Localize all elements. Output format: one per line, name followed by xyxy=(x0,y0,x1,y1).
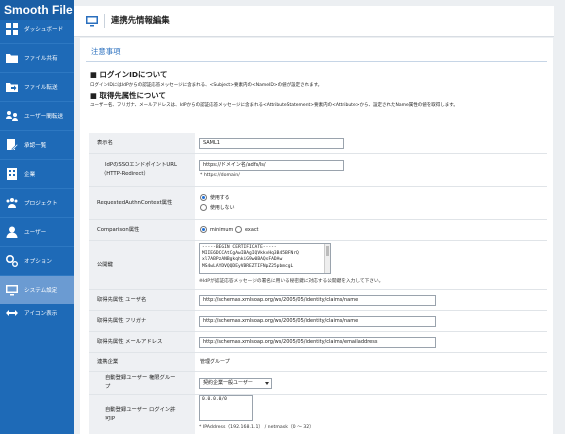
auto-ip-label: 自動登録ユーザー ログイン許 可IP xyxy=(89,395,195,434)
attr-email-label: 取得先属性 メールアドレス xyxy=(89,332,195,352)
sidebar-item-label: 承認一覧 xyxy=(24,143,47,149)
public-key-label: 公開鍵 xyxy=(89,241,195,289)
sidebar-item-file-share[interactable]: ファイル共有 xyxy=(0,44,74,72)
folder-transfer-icon xyxy=(6,83,18,92)
comparison-minimum-radio[interactable]: minimum xyxy=(200,226,233,233)
folder-icon xyxy=(6,54,18,63)
comparison-exact-radio[interactable]: exact xyxy=(235,226,258,233)
sidebar-item-user[interactable]: ユーザー xyxy=(0,218,74,246)
public-key-textarea[interactable]: -----BEGIN CERTIFICATE----- MIIE6DCCAtCg… xyxy=(199,243,331,274)
sso-url-label: IdPのSSOエンドポイントURL （HTTP-Redirect） xyxy=(89,154,195,186)
notice-title: 注意事項 xyxy=(91,47,121,56)
sso-url-note: * https://domain/ xyxy=(200,173,240,178)
approval-icon xyxy=(7,139,18,151)
sidebar-item-label: ファイル転送 xyxy=(24,85,58,91)
radio-checked-icon xyxy=(200,194,207,201)
attr-email-input[interactable]: http://schemas.xmlsoap.org/ws/2005/05/id… xyxy=(199,337,436,348)
textarea-scrollbar[interactable] xyxy=(324,244,330,273)
page-header: 連携先情報編集 xyxy=(74,6,554,37)
sidebar-toggle-icon-view[interactable]: アイコン表示 xyxy=(0,304,74,322)
gears-icon xyxy=(6,255,18,267)
sidebar-item-system-settings[interactable]: システム設定 xyxy=(0,276,74,304)
company-label: 連携企業 xyxy=(89,353,195,371)
dashboard-icon xyxy=(6,23,18,35)
row-authn-context: RequestedAuthnContext属性 使用する 使用しない xyxy=(89,187,547,220)
login-id-description: ログインIDにはIdPからの認証応答メッセージに含まれる、<Subject>要素… xyxy=(90,83,323,88)
radio-unchecked-icon xyxy=(235,226,242,233)
display-name-label: 表示名 xyxy=(89,133,195,153)
sidebar: Smooth File ダッシュボード ファイル共有 ファイル転送 ユーザー間転… xyxy=(0,0,74,434)
auto-group-select[interactable]: 契約企業一般ユーザー xyxy=(199,378,272,389)
comparison-label: Comparison属性 xyxy=(89,220,195,240)
project-icon xyxy=(6,198,18,208)
collapse-arrows-icon xyxy=(6,310,18,316)
sidebar-item-label: システム設定 xyxy=(24,288,58,294)
sidebar-item-label: ユーザー xyxy=(24,230,47,236)
row-sso-url: IdPのSSOエンドポイントURL （HTTP-Redirect） https:/… xyxy=(89,154,547,187)
system-settings-icon xyxy=(6,285,18,296)
building-icon xyxy=(7,168,17,180)
attr-kana-label: 取得先属性 フリガナ xyxy=(89,311,195,331)
row-auto-group: 自動登録ユーザー 権限グループ 契約企業一般ユーザー xyxy=(89,372,547,395)
system-settings-icon xyxy=(86,16,98,27)
sidebar-item-project[interactable]: プロジェクト xyxy=(0,189,74,217)
attribute-description: ユーザー名、フリガナ、メールアドレスは、IdPからの認証応答メッセージに含まれる… xyxy=(90,103,458,108)
row-public-key: 公開鍵 -----BEGIN CERTIFICATE----- MIIE6DCC… xyxy=(89,241,547,290)
attribute-heading: ■ 取得先属性について xyxy=(90,91,166,100)
user-icon xyxy=(6,226,18,238)
authn-context-use-radio[interactable]: 使用する xyxy=(200,194,230,201)
radio-checked-icon xyxy=(200,226,207,233)
sidebar-item-options[interactable]: オプション xyxy=(0,247,74,275)
auto-ip-note: * IPAddress（192.168.1.1） / netmask（0 ～ 3… xyxy=(199,425,314,430)
sidebar-item-label: 企業 xyxy=(24,172,36,178)
sidebar-item-user-transfer[interactable]: ユーザー間転送 xyxy=(0,102,74,130)
row-attr-username: 取得先属性 ユーザ名 http://schemas.xmlsoap.org/ws… xyxy=(89,290,547,311)
login-id-heading: ■ ログインIDについて xyxy=(90,70,168,79)
display-name-input[interactable]: SAML1 xyxy=(199,138,344,149)
edit-panel: 注意事項 ■ ログインIDについて ログインIDにはIdPからの認証応答メッセー… xyxy=(80,38,553,434)
row-attr-email: 取得先属性 メールアドレス http://schemas.xmlsoap.org… xyxy=(89,332,547,353)
page-title: 連携先情報編集 xyxy=(111,15,170,25)
row-attr-kana: 取得先属性 フリガナ http://schemas.xmlsoap.org/ws… xyxy=(89,311,547,332)
header-divider xyxy=(104,14,105,28)
attr-username-input[interactable]: http://schemas.xmlsoap.org/ws/2005/05/id… xyxy=(199,295,436,306)
sidebar-item-label: ファイル共有 xyxy=(24,56,58,62)
sidebar-item-label: ユーザー間転送 xyxy=(24,114,64,120)
sidebar-item-label: アイコン表示 xyxy=(24,311,58,317)
sidebar-item-dashboard[interactable]: ダッシュボード xyxy=(0,15,74,43)
sidebar-item-file-transfer[interactable]: ファイル転送 xyxy=(0,73,74,101)
notice-divider xyxy=(86,61,547,62)
public-key-note: ※IdPが認証応答メッセージの署名に用いる秘密鍵に対応する公開鍵を入力して下さい… xyxy=(199,279,384,284)
sidebar-item-label: プロジェクト xyxy=(24,201,58,207)
main-content: 連携先情報編集 注意事項 ■ ログインIDについて ログインIDにはIdPからの… xyxy=(74,0,565,434)
radio-unchecked-icon xyxy=(200,204,207,211)
sidebar-item-approval[interactable]: 承認一覧 xyxy=(0,131,74,159)
auto-group-label: 自動登録ユーザー 権限グループ xyxy=(89,372,195,394)
sso-url-input[interactable]: https://ドメイン名/adfs/ls/ xyxy=(199,160,344,171)
auto-ip-textarea[interactable]: 0.0.0.0/0 xyxy=(199,395,253,421)
row-auto-ip: 自動登録ユーザー ログイン許 可IP 0.0.0.0/0 * IPAddress（… xyxy=(89,395,547,434)
authn-context-nouse-radio[interactable]: 使用しない xyxy=(200,204,234,211)
sidebar-item-company[interactable]: 企業 xyxy=(0,160,74,188)
company-value: 管理グループ xyxy=(200,359,230,365)
attr-username-label: 取得先属性 ユーザ名 xyxy=(89,290,195,310)
row-company: 連携企業 管理グループ xyxy=(89,353,547,372)
sidebar-item-label: ダッシュボード xyxy=(24,27,64,33)
user-transfer-icon xyxy=(6,111,18,121)
row-display-name: 表示名 SAML1 xyxy=(89,133,547,154)
attr-kana-input[interactable]: http://schemas.xmlsoap.org/ws/2005/05/id… xyxy=(199,316,436,327)
authn-context-label: RequestedAuthnContext属性 xyxy=(89,187,195,219)
row-comparison: Comparison属性 minimum exact xyxy=(89,220,547,241)
chevron-down-icon xyxy=(265,382,269,385)
sidebar-item-label: オプション xyxy=(24,259,52,265)
